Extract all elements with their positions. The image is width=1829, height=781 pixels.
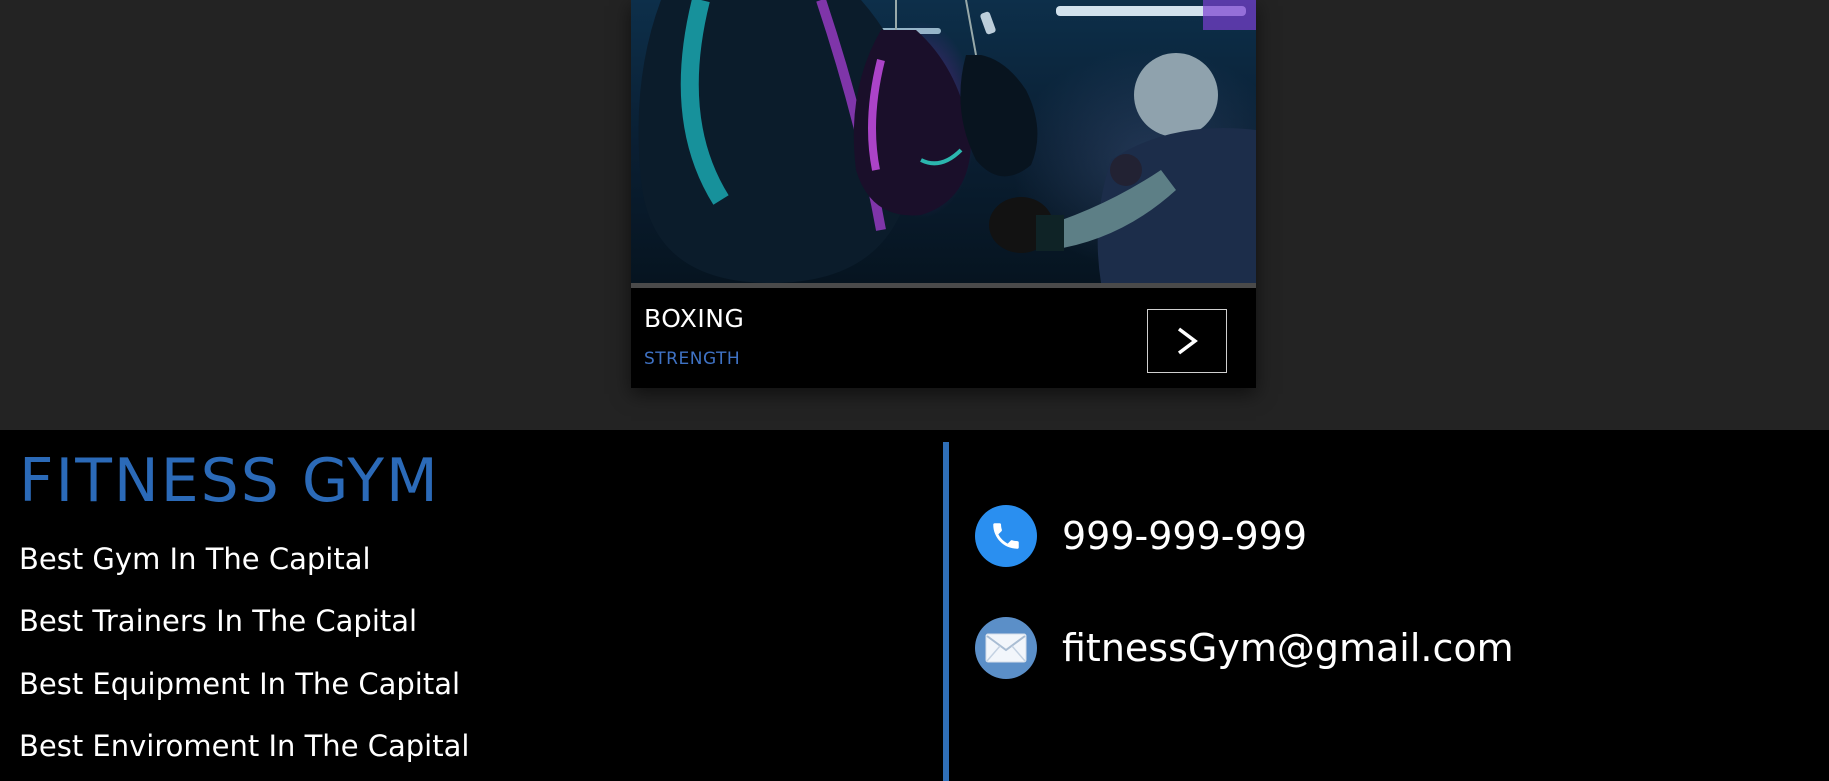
contact-email[interactable]: fitnessGym@gmail.com [975,617,1514,679]
card-body: BOXING STRENGTH [631,288,1256,388]
contact-phone[interactable]: 999-999-999 [975,505,1307,567]
next-button[interactable] [1147,309,1227,373]
footer-divider [943,442,949,781]
tagline-gym: Best Gym In The Capital [19,542,371,576]
tagline-environment: Best Enviroment In The Capital [19,729,470,763]
site-footer: FITNESS GYM Best Gym In The Capital Best… [0,430,1829,781]
content-area: BOXING STRENGTH [0,0,1829,430]
envelope-icon [975,617,1037,679]
phone-number[interactable]: 999-999-999 [1062,514,1307,558]
brand-title: FITNESS GYM [19,446,440,516]
tagline-trainers: Best Trainers In The Capital [19,604,418,638]
chevron-right-icon [1177,327,1198,355]
tagline-equipment: Best Equipment In The Capital [19,667,461,701]
card-image [631,0,1256,283]
card-category: STRENGTH [644,349,741,369]
boxing-illustration [638,0,1256,283]
phone-icon [975,505,1037,567]
class-card[interactable]: BOXING STRENGTH [631,0,1256,388]
card-title: BOXING [644,304,745,333]
email-address[interactable]: fitnessGym@gmail.com [1062,626,1514,670]
